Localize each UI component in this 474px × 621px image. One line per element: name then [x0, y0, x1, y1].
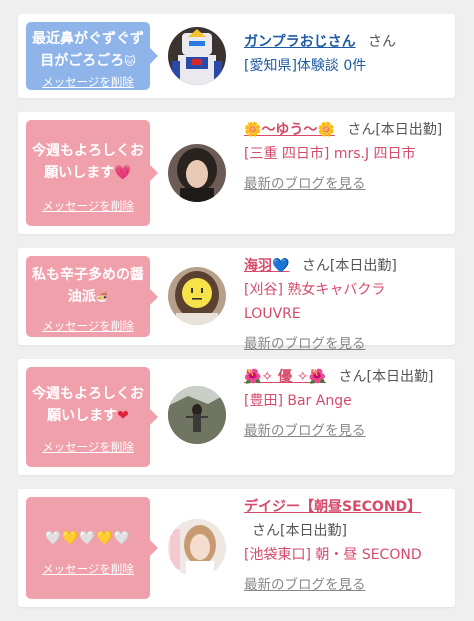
hibiscus-icon: ✧🌺: [296, 369, 327, 385]
message-text: 私も辛子多めの醤油派: [32, 267, 144, 305]
honorific-suffix: さん[本日出勤]: [301, 258, 397, 274]
delete-message-link[interactable]: メッセージを削除: [26, 74, 150, 90]
location-text: [愛知県]体験談 0件: [244, 58, 367, 74]
avatar[interactable]: [168, 27, 226, 85]
message-bubble: 🤍💛🤍💛🤍 メッセージを削除: [26, 497, 158, 599]
message-bubble: 今週もよろしくお願いします💗 メッセージを削除: [26, 120, 158, 226]
flower-icon: 🌼: [244, 122, 262, 138]
latest-blog-link[interactable]: 最新のブログを見る: [244, 172, 445, 196]
list-item: 今週もよろしくお願いします💗 メッセージを削除 🌼～ゆう～🌼 さん[本日出勤] …: [18, 112, 455, 234]
red-heart-icon: ❤: [117, 408, 129, 424]
location-text: [池袋東口] 朝・昼 SECOND: [244, 547, 422, 563]
honorific-suffix: さん[本日出勤]: [252, 523, 347, 539]
list-item: 🤍💛🤍💛🤍 メッセージを削除 デイジー【朝昼SECOND】 さん[本日出勤] […: [18, 489, 455, 607]
location-text: [豊田] Bar Ange: [244, 393, 352, 409]
delete-message-link[interactable]: メッセージを削除: [26, 318, 150, 334]
noodle-icon: 🍜: [95, 293, 109, 304]
latest-blog-link[interactable]: 最新のブログを見る: [244, 332, 445, 356]
member-name-link[interactable]: ガンプラおじさん: [244, 34, 356, 50]
flower-icon: 🌼: [317, 122, 335, 138]
message-bubble: 私も辛子多めの醤油派🍜 メッセージを削除: [26, 256, 158, 337]
honorific-suffix: さん[本日出勤]: [338, 369, 434, 385]
location-text: [三重 四日市] mrs.J 四日市: [244, 146, 416, 162]
message-list: 最近鼻がぐずぐず目がごろごろ🐱 メッセージを削除 ガンプラおじさん さん [愛知…: [0, 0, 474, 621]
delete-message-link[interactable]: メッセージを削除: [26, 439, 150, 455]
sparkling-heart-icon: 💗: [114, 165, 132, 181]
list-item: 私も辛子多めの醤油派🍜 メッセージを削除 海羽💙 さん[本日出勤] [刈谷] 熟…: [18, 248, 455, 352]
honorific-suffix: さん[本日出勤]: [347, 122, 443, 138]
latest-blog-link[interactable]: 最新のブログを見る: [244, 573, 445, 597]
delete-message-link[interactable]: メッセージを削除: [26, 198, 150, 214]
avatar[interactable]: [168, 144, 226, 202]
hibiscus-icon: 🌺✧: [244, 369, 274, 385]
member-name-link[interactable]: 海羽💙: [244, 258, 289, 274]
member-name-link[interactable]: 🌼～ゆう～🌼: [244, 122, 335, 138]
message-bubble: 最近鼻がぐずぐず目がごろごろ🐱 メッセージを削除: [26, 22, 158, 90]
blue-heart-icon: 💙: [272, 258, 290, 274]
cat-emoji-icon: 🐱: [124, 55, 136, 68]
location-text: [刈谷] 熟女キャバクラ LOUVRE: [244, 282, 386, 322]
honorific-suffix: さん: [368, 34, 397, 50]
member-name-link[interactable]: 🌺✧ 優 ✧🌺: [244, 369, 326, 385]
avatar[interactable]: [168, 519, 226, 577]
latest-blog-link[interactable]: 最新のブログを見る: [244, 419, 445, 443]
list-item: 今週もよろしくお願いします❤ メッセージを削除 🌺✧ 優 ✧🌺 さん[本日出勤]…: [18, 359, 455, 475]
message-bubble: 今週もよろしくお願いします❤ メッセージを削除: [26, 367, 158, 467]
white-yellow-hearts-icon: 🤍💛🤍💛🤍: [45, 531, 131, 546]
list-item: 最近鼻がぐずぐず目がごろごろ🐱 メッセージを削除 ガンプラおじさん さん [愛知…: [18, 14, 455, 98]
member-name-link[interactable]: デイジー【朝昼SECOND】: [244, 499, 421, 515]
avatar[interactable]: [168, 386, 226, 444]
avatar[interactable]: [168, 267, 226, 325]
delete-message-link[interactable]: メッセージを削除: [26, 561, 150, 577]
